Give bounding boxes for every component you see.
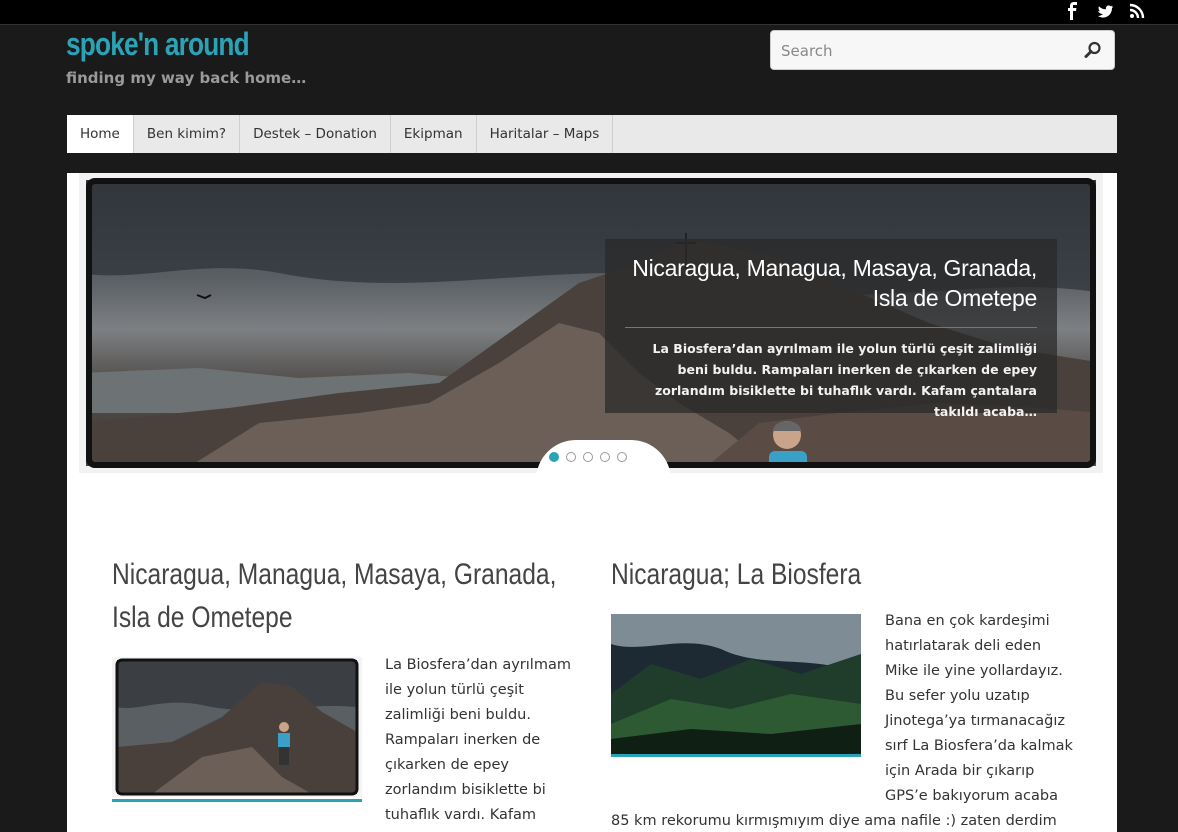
content-area: Nicaragua, Managua, Masaya, Granada, Isl… — [67, 173, 1117, 832]
post-thumbnail[interactable] — [112, 657, 362, 797]
slider-dot-4[interactable] — [600, 452, 610, 462]
facebook-icon[interactable] — [1064, 1, 1082, 21]
nav-item-maps[interactable]: Haritalar – Maps — [477, 115, 614, 153]
slide-excerpt: La Biosfera’dan ayrılmam ile yolun türlü… — [652, 341, 1037, 419]
twitter-icon[interactable] — [1096, 1, 1114, 21]
slide-title[interactable]: Nicaragua, Managua, Masaya, Granada, Isl… — [625, 253, 1037, 313]
post-excerpt: La Biosfera’dan ayrılmam ile yolun türlü… — [385, 657, 571, 823]
rss-icon[interactable] — [1128, 1, 1146, 21]
thumbnail-accent-bar — [112, 799, 362, 802]
post-title[interactable]: Nicaragua, Managua, Masaya, Granada, Isl… — [112, 553, 571, 639]
search-input[interactable] — [779, 39, 1073, 63]
search-box — [770, 30, 1115, 70]
caption-divider — [625, 327, 1037, 328]
featured-slider[interactable]: Nicaragua, Managua, Masaya, Granada, Isl… — [79, 173, 1103, 473]
nav-item-ben-kimim[interactable]: Ben kimim? — [134, 115, 241, 153]
site-title[interactable]: spoke'n around — [66, 26, 250, 63]
nav-item-donation[interactable]: Destek – Donation — [240, 115, 391, 153]
post-thumbnail-photo — [112, 657, 362, 797]
slider-dot-3[interactable] — [583, 452, 593, 462]
post-excerpt: Bana en çok kardeşimi hatırlatarak deli … — [611, 609, 1079, 832]
main-nav: Home Ben kimim? Destek – Donation Ekipma… — [67, 115, 1117, 153]
slider-dot-5[interactable] — [617, 452, 627, 462]
top-bar — [0, 0, 1178, 25]
thumbnail-float-spacer — [611, 609, 885, 785]
slide-caption: Nicaragua, Managua, Masaya, Granada, Isl… — [605, 239, 1057, 419]
social-links — [1064, 1, 1146, 21]
nav-item-home[interactable]: Home — [67, 115, 134, 153]
site-tagline: finding my way back home… — [66, 69, 307, 87]
slider-dot-1[interactable] — [549, 452, 559, 462]
post-title[interactable]: Nicaragua; La Biosfera — [611, 553, 988, 596]
slider-dot-2[interactable] — [566, 452, 576, 462]
nav-item-ekipman[interactable]: Ekipman — [391, 115, 477, 153]
search-icon[interactable] — [1084, 41, 1102, 59]
slider-pager — [549, 452, 627, 462]
